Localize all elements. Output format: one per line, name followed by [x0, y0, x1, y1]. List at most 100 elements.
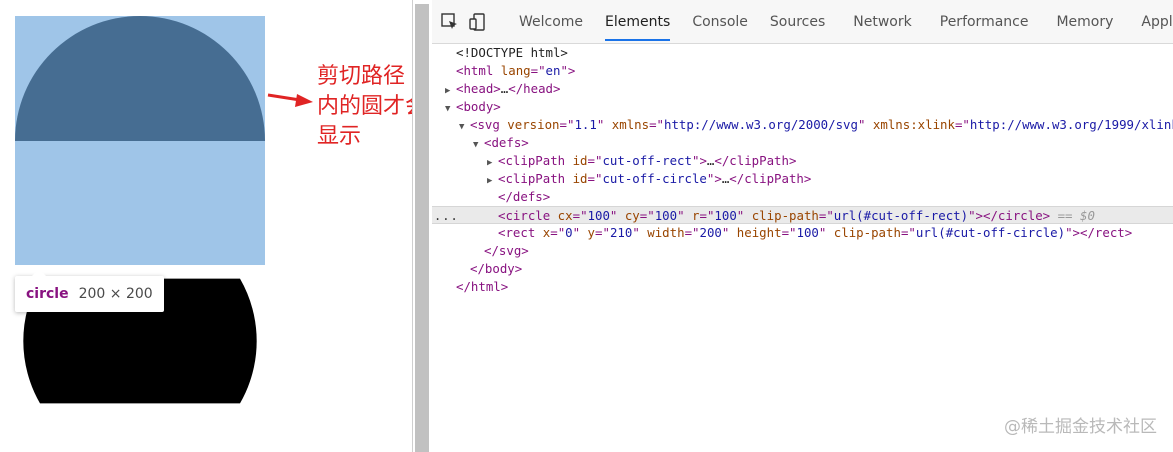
- tag-name: </head>: [508, 81, 561, 96]
- attr-name: width: [639, 225, 685, 240]
- tag-name: ">: [560, 63, 576, 78]
- tag-name: <body>: [456, 99, 501, 114]
- dom-node[interactable]: <!DOCTYPE html>: [432, 44, 1173, 62]
- attr-name: cx: [550, 208, 573, 223]
- attr-name: x: [535, 225, 551, 240]
- attr-name: height: [729, 225, 782, 240]
- dom-node[interactable]: </body>: [432, 260, 1173, 278]
- tag-name: <circle: [498, 208, 551, 223]
- tag-name: <html: [456, 63, 494, 78]
- element-tooltip: circle 200 × 200: [15, 269, 164, 312]
- attr-value: 1.1: [574, 117, 597, 132]
- attr-name: y: [580, 225, 596, 240]
- attr-name: xmlns: [604, 117, 650, 132]
- dom-node[interactable]: <html lang="en">: [432, 62, 1173, 80]
- dom-node[interactable]: ▶ <clipPath id="cut-off-circle">…</clipPa…: [432, 170, 1173, 188]
- devtools-panel: Welcome Elements Console Sources Network Perf…: [432, 0, 1173, 452]
- tag-name: <head>: [456, 81, 501, 96]
- dom-node[interactable]: </svg>: [432, 242, 1173, 260]
- tag-name: <rect: [498, 225, 536, 240]
- annotation-arrow: [267, 93, 313, 107]
- tag-name: =": [595, 225, 610, 240]
- more-actions-icon[interactable]: ...: [434, 207, 459, 225]
- tag-name: <defs>: [484, 135, 529, 150]
- tag-name: </html>: [456, 279, 509, 294]
- attr-value: 100: [796, 225, 819, 240]
- dom-node[interactable]: ▶ <head>…</head>: [432, 80, 1173, 98]
- dom-node[interactable]: </html>: [432, 278, 1173, 296]
- tag-name: </clipPath>: [729, 171, 812, 186]
- inspect-element-icon[interactable]: [440, 11, 460, 33]
- attr-value: 100: [654, 208, 678, 223]
- pane-splitter[interactable]: [412, 0, 432, 452]
- tab-performance[interactable]: Performance: [929, 0, 1040, 44]
- attr-name: clip-path: [744, 208, 819, 223]
- dom-node-selected[interactable]: ... <circle cx="100" cy="100" r="100" cli…: [432, 206, 1173, 224]
- tag-name: =": [818, 208, 834, 223]
- attr-value: http://www.w3.org/2000/svg: [664, 117, 858, 132]
- tag-name: =": [954, 117, 970, 132]
- attr-value: en: [545, 63, 561, 78]
- scrollbar-thumb[interactable]: [415, 4, 429, 452]
- tag-name: </circle>: [983, 208, 1051, 223]
- attr-name: version: [499, 117, 560, 132]
- tab-sources[interactable]: Sources: [759, 0, 836, 44]
- tab-memory[interactable]: Memory: [1045, 0, 1124, 44]
- tag-name: =": [550, 225, 566, 240]
- selected-marker: == $0: [1050, 208, 1095, 223]
- tab-application[interactable]: Application: [1130, 0, 1173, 44]
- attr-value: http://www.w3.org/1999/xlink: [969, 117, 1173, 132]
- tag-name: ">: [1065, 225, 1080, 240]
- dom-node[interactable]: ▶ <clipPath id="cut-off-rect">…</clipPath…: [432, 152, 1173, 170]
- tag-name: ">: [706, 171, 722, 186]
- tag-name: ": [677, 208, 685, 223]
- tooltip-dimensions: 200 × 200: [78, 286, 153, 302]
- tooltip-tag: circle: [26, 286, 69, 302]
- devtools-toolbar: Welcome Elements Console Sources Network Perf…: [432, 0, 1173, 44]
- dom-node[interactable]: ▼ <svg version="1.1" xmlns="http://www.w3…: [432, 116, 1173, 134]
- dom-node[interactable]: </defs>: [432, 188, 1173, 206]
- tag-name: =": [639, 208, 655, 223]
- tab-console[interactable]: Console: [681, 0, 759, 44]
- attr-value: url(#cut-off-rect): [833, 208, 969, 223]
- tag-name: =": [699, 208, 715, 223]
- dom-node[interactable]: ▼ <defs>: [432, 134, 1173, 152]
- node-text: <!DOCTYPE html>: [456, 45, 568, 60]
- device-emulation-icon[interactable]: [468, 11, 488, 33]
- tag-name: </clipPath>: [714, 153, 797, 168]
- tab-network[interactable]: Network: [842, 0, 922, 44]
- tag-name: <clipPath: [498, 171, 566, 186]
- tag-name: =": [587, 171, 603, 186]
- attr-value: 0: [565, 225, 573, 240]
- attr-name: lang: [493, 63, 531, 78]
- devtools-window: 剪切路径 内的圆才会 显示 circle 200 × 200 Welcome E…: [0, 0, 1173, 452]
- attr-value: 200: [699, 225, 722, 240]
- tab-welcome[interactable]: Welcome: [508, 0, 594, 44]
- attr-name: id: [565, 153, 588, 168]
- attr-value: cut-off-rect: [602, 153, 692, 168]
- dom-node[interactable]: <rect x="0" y="210" width="200" height="…: [432, 224, 1173, 242]
- tag-name: </body>: [470, 261, 523, 276]
- tag-name: =": [781, 225, 797, 240]
- tag-name: ">: [691, 153, 707, 168]
- attr-name: r: [684, 208, 700, 223]
- tag-name: ": [632, 225, 640, 240]
- attr-name: clip-path: [826, 225, 901, 240]
- tag-name: =": [572, 208, 588, 223]
- tag-name: =": [684, 225, 700, 240]
- attr-value: 100: [714, 208, 737, 223]
- attr-value: cut-off-circle: [602, 171, 707, 186]
- tag-name: <svg: [470, 117, 500, 132]
- attr-value: url(#cut-off-circle): [915, 225, 1066, 240]
- elements-tree: <!DOCTYPE html> <html lang="en"> ▶ <head>…<…: [432, 44, 1173, 452]
- dom-node[interactable]: ▼ <body>: [432, 98, 1173, 116]
- tag-name: =": [530, 63, 546, 78]
- tag-name: </defs>: [498, 189, 551, 204]
- attr-name: xmlns:xlink: [865, 117, 955, 132]
- tab-elements[interactable]: Elements: [594, 0, 681, 44]
- attr-name: id: [565, 171, 588, 186]
- tag-name: ">: [968, 208, 983, 223]
- attr-name: cy: [617, 208, 640, 223]
- tag-name: </rect>: [1080, 225, 1133, 240]
- attr-value: 100: [587, 208, 610, 223]
